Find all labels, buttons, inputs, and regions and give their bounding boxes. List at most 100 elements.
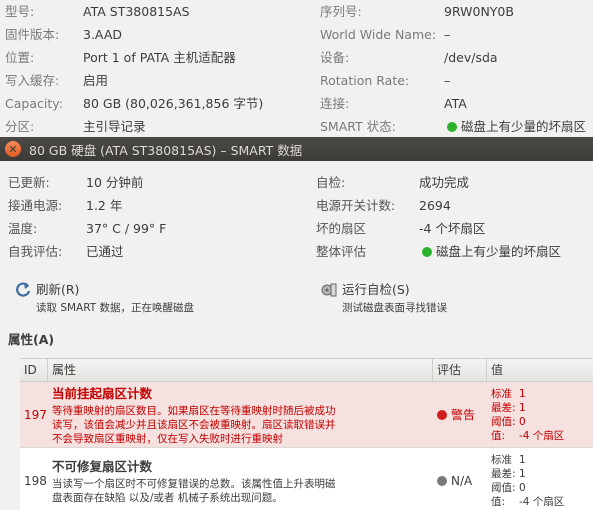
updated-value: 10 分钟前: [86, 175, 144, 190]
wwn-label: World Wide Name:: [320, 27, 437, 42]
smart-status-text: 磁盘上有少量的坏扇区: [461, 119, 587, 134]
model-label: 型号:: [5, 4, 35, 19]
selftest-icon: [321, 283, 337, 297]
selftest-desc: 测试磁盘表面寻找错误: [342, 302, 447, 314]
device-value: /dev/sda: [444, 50, 498, 65]
smart-dialog: ✕ 80 GB 硬盘 (ATA ST380815AS) – SMART 数据 已…: [0, 137, 593, 510]
table-row[interactable]: 198 不可修复扇区计数 当读写一个扇区时不可修复错误的总数。该属性值上升表明磁…: [20, 448, 593, 510]
location-value: Port 1 of PATA 主机适配器: [83, 50, 236, 65]
row-attribute: 不可修复扇区计数 当读写一个扇区时不可修复错误的总数。该属性值上升表明磁 盘表面…: [48, 448, 433, 510]
updated-row: 已更新: 10 分钟前: [8, 172, 143, 194]
refresh-title: 刷新(R): [36, 282, 80, 297]
row-values: 标准 1 最差: 1 阈值: 0 值: -4 个扇区: [487, 448, 593, 510]
bad-sectors-row: 坏的扇区 -4 个坏扇区: [316, 218, 485, 240]
status-ok-icon: [447, 122, 457, 132]
attribute-desc-line: 盘表面存在缺陷 以及/或者 机械子系统出现问题。: [52, 492, 283, 504]
value-val: 1: [519, 467, 526, 480]
value-val: 0: [519, 415, 526, 428]
row-evaluation: 警告: [433, 382, 487, 447]
attribute-title: 当前挂起扇区计数: [52, 386, 153, 401]
power-cycle-row: 电源开关计数: 2694: [316, 195, 451, 217]
value-key: 值:: [491, 495, 506, 508]
value-key: 阈值:: [491, 415, 516, 428]
rotation-row: Rotation Rate: –: [320, 69, 450, 92]
evaluation-text: 警告: [451, 408, 476, 422]
capacity-label: Capacity:: [5, 96, 63, 111]
partition-label: 分区:: [5, 119, 35, 134]
evaluation-text: N/A: [451, 473, 473, 488]
serial-row: 序列号: 9RW0NY0B: [320, 0, 514, 23]
attribute-desc-line: 等待重映射的扇区数目。如果扇区在等待重映射时随后被成功: [52, 405, 336, 417]
table-header: ID 属性 评估 值: [20, 359, 593, 382]
bad-sectors-label: 坏的扇区: [316, 221, 367, 236]
power-on-row: 接通电源: 1.2 年: [8, 195, 122, 217]
value-val: 1: [519, 401, 526, 414]
row-attribute: 当前挂起扇区计数 等待重映射的扇区数目。如果扇区在等待重映射时随后被成功 读写，…: [48, 382, 433, 447]
temperature-row: 温度: 37° C / 99° F: [8, 218, 166, 240]
column-header-attribute[interactable]: 属性: [48, 359, 433, 381]
column-header-id[interactable]: ID: [20, 359, 48, 381]
partition-value[interactable]: 主引导记录: [83, 115, 146, 138]
row-values: 标准 1 最差: 1 阈值: 0 值: -4 个扇区: [487, 382, 593, 447]
attribute-title: 不可修复扇区计数: [52, 459, 153, 474]
overall-label: 整体评估: [316, 244, 367, 259]
value-val: 1: [519, 387, 526, 400]
device-row: 设备: /dev/sda: [320, 46, 498, 69]
serial-label: 序列号:: [320, 4, 362, 19]
serial-value: 9RW0NY0B: [444, 4, 514, 19]
smart-status-row: SMART 状态: 磁盘上有少量的坏扇区: [320, 115, 586, 138]
write-cache-label: 写入缓存:: [5, 73, 60, 88]
wwn-value: –: [444, 27, 451, 42]
value-val: -4 个扇区: [519, 429, 565, 442]
attribute-desc-line: 当读写一个扇区时不可修复错误的总数。该属性值上升表明磁: [52, 478, 336, 490]
run-selftest-button[interactable]: 运行自检(S) 测试磁盘表面寻找错误: [320, 279, 447, 315]
self-assessment-label: 自我评估:: [8, 244, 63, 259]
attributes-table: ID 属性 评估 值 197 当前挂起扇区计数 等待重映射的扇区数目。如果扇区在…: [20, 358, 593, 510]
smart-status-label: SMART 状态:: [320, 119, 396, 134]
temperature-label: 温度:: [8, 221, 38, 236]
value-val: 0: [519, 481, 526, 494]
firmware-label: 固件版本:: [5, 27, 60, 42]
model-row: 型号: ATA ST380815AS: [5, 0, 190, 23]
selftest-title: 运行自检(S): [342, 282, 410, 297]
value-key: 标准: [491, 387, 512, 400]
status-ok-icon: [422, 247, 432, 257]
firmware-value: 3.AAD: [83, 27, 123, 42]
rotation-value: –: [444, 73, 451, 88]
refresh-desc: 读取 SMART 数据，正在唤醒磁盘: [36, 302, 195, 314]
self-assessment-row: 自我评估: 已通过: [8, 241, 124, 263]
column-header-value[interactable]: 值: [487, 359, 593, 381]
close-icon[interactable]: ✕: [5, 141, 21, 157]
value-key: 标准: [491, 453, 512, 466]
write-cache-value: 启用: [83, 73, 109, 88]
power-cycle-value: 2694: [419, 198, 451, 213]
overall-row: 整体评估 磁盘上有少量的坏扇区: [316, 241, 561, 263]
connection-row: 连接: ATA: [320, 92, 467, 115]
table-row[interactable]: 197 当前挂起扇区计数 等待重映射的扇区数目。如果扇区在等待重映射时随后被成功…: [20, 382, 593, 448]
connection-label: 连接:: [320, 96, 350, 111]
updated-label: 已更新:: [8, 175, 50, 190]
wwn-row: World Wide Name: –: [320, 23, 450, 46]
model-value: ATA ST380815AS: [83, 4, 190, 19]
attribute-desc-line: 不会导致扇区重映射，仅在写入失败时进行重映射: [52, 433, 283, 445]
refresh-button[interactable]: 刷新(R) 读取 SMART 数据，正在唤醒磁盘: [14, 279, 194, 315]
column-header-evaluation[interactable]: 评估: [433, 359, 487, 381]
row-id: 198: [24, 473, 47, 488]
value-key: 值:: [491, 429, 506, 442]
power-on-value: 1.2 年: [86, 198, 123, 213]
value-key: 最差:: [491, 467, 516, 480]
drive-info-panel: 型号: ATA ST380815AS 固件版本: 3.AAD 位置: Port …: [0, 0, 593, 138]
capacity-value: 80 GB (80,026,361,856 字节): [83, 96, 264, 111]
firmware-row: 固件版本: 3.AAD: [5, 23, 122, 46]
write-cache-row: 写入缓存: 启用: [5, 69, 108, 92]
overall-text: 磁盘上有少量的坏扇区: [436, 244, 562, 259]
value-val: 1: [519, 453, 526, 466]
dialog-titlebar[interactable]: ✕ 80 GB 硬盘 (ATA ST380815AS) – SMART 数据: [0, 137, 593, 161]
selftest-row: 自检: 成功完成: [316, 172, 469, 194]
warning-icon: [437, 409, 447, 420]
refresh-icon: [16, 282, 31, 297]
row-id: 197: [24, 407, 47, 422]
value-val: -4 个扇区: [519, 495, 565, 508]
overall-value: 磁盘上有少量的坏扇区: [422, 241, 561, 263]
power-on-label: 接通电源:: [8, 198, 63, 213]
